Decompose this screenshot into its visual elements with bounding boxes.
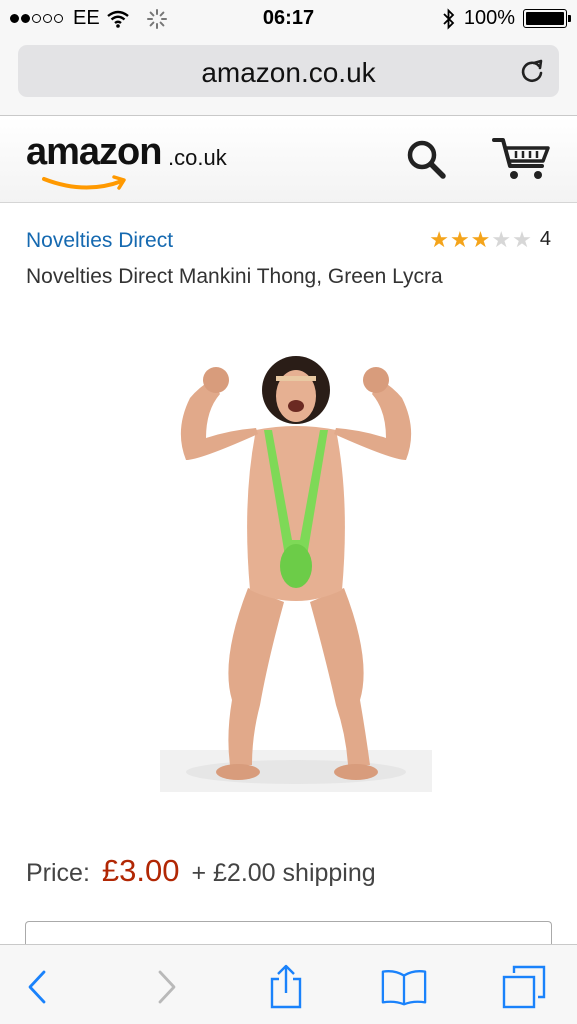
bluetooth-icon <box>443 7 455 30</box>
reload-icon[interactable] <box>517 56 547 86</box>
status-right: 100% <box>442 7 571 30</box>
star-filled-icon: ★ <box>449 226 470 252</box>
product-image[interactable] <box>160 340 432 792</box>
forward-icon[interactable] <box>154 968 178 1006</box>
star-empty-icon: ★ <box>512 226 532 252</box>
price-row: Price: £3.00 + £2.00 shipping <box>26 853 376 889</box>
logo-smile-icon <box>42 175 126 190</box>
site-header: amazon .co.uk <box>0 117 577 203</box>
rating-count: 4 <box>539 228 551 250</box>
back-icon[interactable] <box>26 968 50 1006</box>
product-title: Novelties Direct Mankini Thong, Green Ly… <box>26 265 443 288</box>
url-text[interactable]: amazon.co.uk <box>18 57 559 89</box>
shipping-cost: + £2.00 shipping <box>191 859 376 887</box>
battery-percent: 100% <box>463 7 515 29</box>
url-field[interactable]: amazon.co.uk <box>18 45 559 97</box>
share-button[interactable] <box>262 963 310 1011</box>
browser-toolbar <box>0 944 577 1024</box>
logo-tld: .co.uk <box>168 145 227 170</box>
rating-stars: ★ ★ ★ ★ ★ <box>429 226 532 252</box>
battery-fill <box>526 12 564 25</box>
bookmarks-icon[interactable] <box>380 967 428 1007</box>
browser-address-area: amazon.co.uk <box>0 38 577 116</box>
star-filled-icon: ★ <box>429 226 449 252</box>
logo-wordmark: amazon <box>26 131 162 173</box>
brand-link[interactable]: Novelties Direct <box>26 229 173 253</box>
share-icon[interactable] <box>266 963 306 1011</box>
star-filled-icon: ★ <box>470 226 491 252</box>
back-button[interactable] <box>14 963 62 1011</box>
star-empty-icon: ★ <box>491 226 512 252</box>
bookmarks-button[interactable] <box>380 963 428 1011</box>
price-label: Price: <box>26 859 90 887</box>
product-rating[interactable]: ★ ★ ★ ★ ★ 4 <box>429 228 551 251</box>
forward-button[interactable] <box>142 963 190 1011</box>
tabs-button[interactable] <box>500 963 548 1011</box>
cart-icon[interactable] <box>492 134 552 182</box>
search-icon[interactable] <box>404 137 448 181</box>
battery-icon <box>523 9 571 28</box>
price-value: £3.00 <box>101 853 180 888</box>
status-bar: EE 06:17 100% <box>0 0 577 38</box>
amazon-logo[interactable]: amazon .co.uk <box>26 131 236 191</box>
tabs-icon[interactable] <box>500 963 548 1011</box>
